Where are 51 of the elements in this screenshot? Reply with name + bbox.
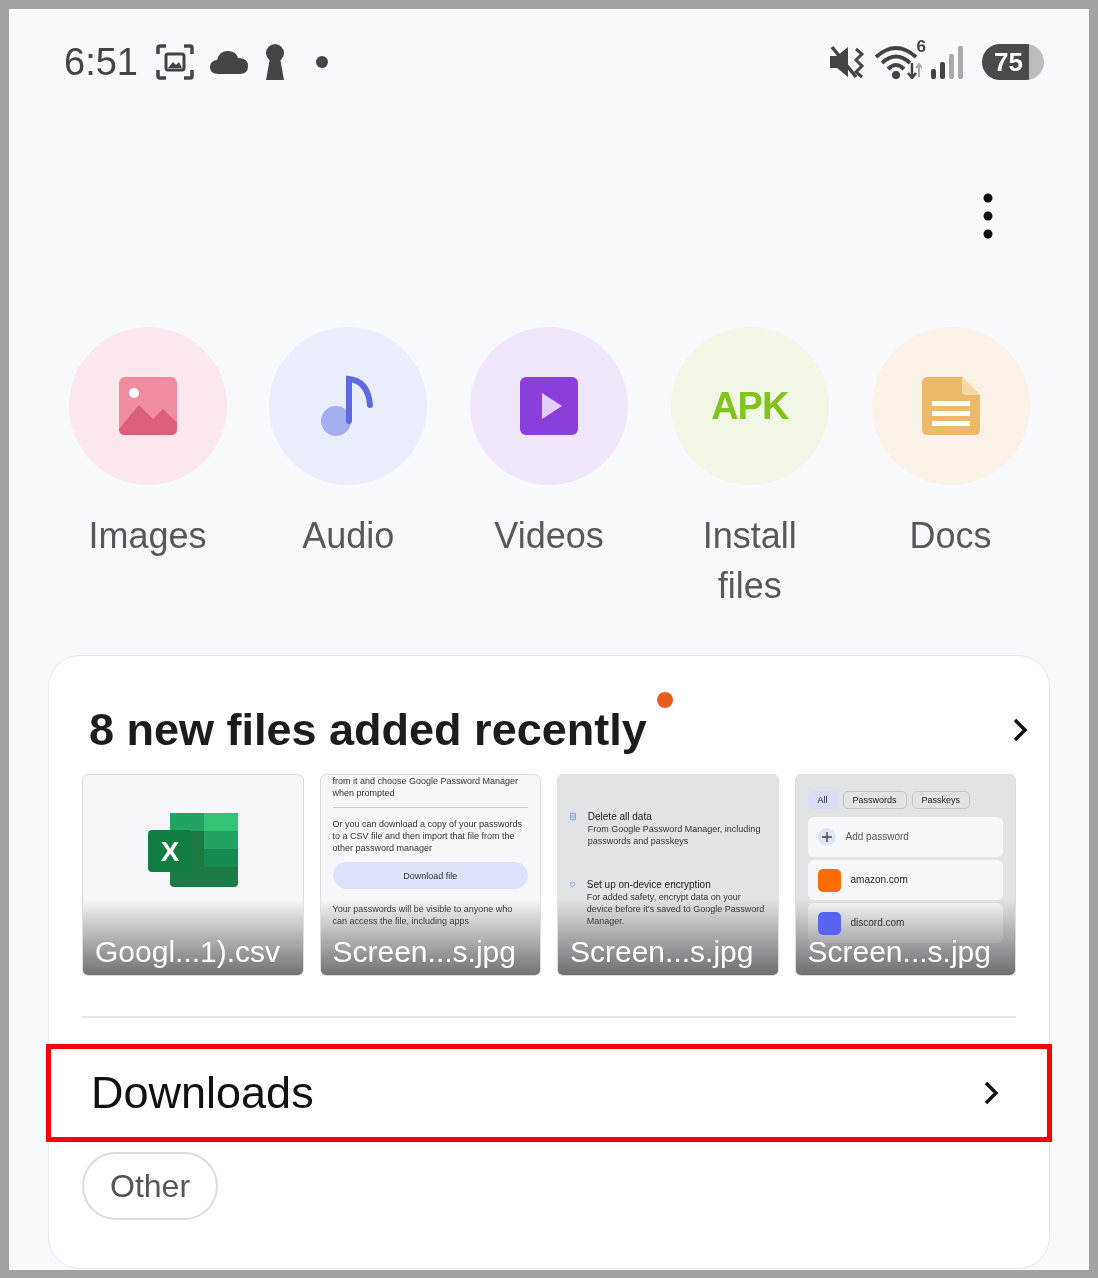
file-thumbnail[interactable]: All Passwords Passkeys Add password amazon.com discord.com Screen...s.jpg [794,774,1016,976]
dot-icon [315,56,328,68]
apk-logo: APK [711,384,789,428]
category-label: Images [87,514,208,558]
plus-icon [817,828,836,846]
chevron-icon[interactable] [1012,717,1028,743]
spreadsheet-letter: X [160,836,180,867]
text-line: from it and choose Google Password Manager when prompted [332,775,520,799]
shield-icon [570,879,575,890]
filter-chip[interactable]: Other [82,1152,219,1220]
file-name: Screen...s.jpg [570,937,754,967]
chevron-icon [983,1080,999,1106]
more-options-icon[interactable] [982,193,994,239]
row-label: amazon.com [850,874,908,886]
vibrate-mute-icon [828,44,866,80]
text-line: Your passwords will be visible to anyone who can access the file, including apps [332,903,514,927]
wifi-standard-label: 6 [916,37,926,57]
screenshot-icon [155,44,194,80]
filter-chip: Passkeys [911,791,971,809]
category-label: Videos [493,514,605,558]
setting-title: Set up on-device encryption [586,879,712,891]
filter-chip: Passwords [842,791,907,809]
downloads-row[interactable]: Downloads [46,1044,1052,1142]
category-label: Audio [301,514,396,558]
file-name: Screen...s.jpg [332,937,516,967]
setting-description: From Google Password Manager, including passwords and passkeys [587,823,762,847]
download-button: Download file [332,862,528,889]
setting-title: Delete all data [587,811,653,823]
file-thumbnail[interactable] [557,774,779,976]
file-name: Googl...1).csv [95,937,281,967]
play-icon [520,377,578,435]
document-icon [921,377,980,435]
spreadsheet-icon [147,813,238,887]
row-label: discord.com [850,917,905,929]
cloud-icon [209,50,248,74]
clock: 6:51 [64,40,138,84]
battery-indicator: 75 [982,44,1044,80]
file-name: Screen...s.jpg [807,937,991,967]
category-label: Install files [701,514,798,608]
trash-icon [570,811,576,822]
text-line: Or you can download a copy of your passwords to a CSV file and then import that file from the other password manager [332,818,524,854]
image-icon [118,377,177,435]
category-label: Docs [908,514,993,558]
signal-icon [930,45,964,79]
setting-description: For added safety, encrypt data on your device before it’s saved to Google Password Manager. [586,891,766,927]
file-thumbnail[interactable]: X Googl...1).csv [82,774,304,976]
filter-chip: All [807,791,838,809]
section-title[interactable]: 8 new files added recently [89,704,647,756]
keyhole-icon [263,44,286,80]
file-thumbnail[interactable] [319,774,541,976]
row-label: Add password [845,831,909,843]
